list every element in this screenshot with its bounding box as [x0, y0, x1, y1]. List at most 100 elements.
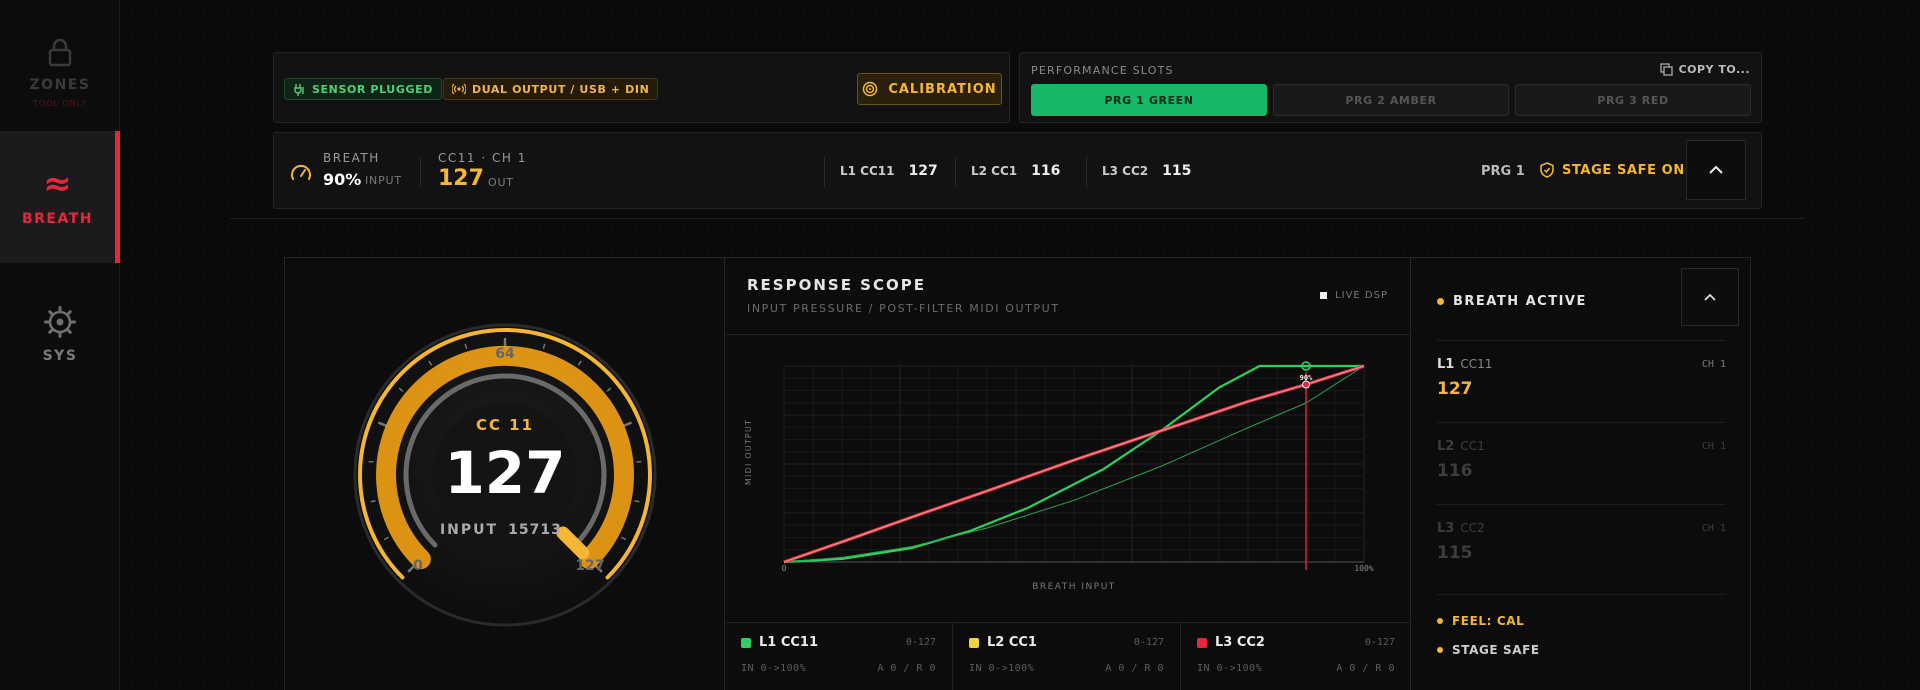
stage-safe-flag: STAGE SAFE [1437, 643, 1540, 657]
lane-color-swatch [969, 638, 979, 648]
feel-cal-text: FEEL: CAL [1452, 614, 1525, 628]
lane-name: L1 CC11 [759, 635, 819, 650]
breath-value: 90% [323, 170, 362, 189]
slot-prg-3-button[interactable]: PRG 3 RED [1515, 84, 1751, 116]
plug-icon [294, 83, 304, 96]
sidebar-item-label: ZONES [29, 76, 91, 93]
sidebar-item-sys[interactable]: SYS [0, 285, 120, 385]
cursor-marker-red [1302, 380, 1310, 389]
metric-bar: BREATH 90% INPUT CC11 · CH 1 127 OUT L1 … [273, 132, 1762, 209]
lane-id: L1 CC11 [1437, 357, 1493, 372]
live-square-icon [1320, 292, 1328, 299]
broadcast-icon [452, 83, 466, 95]
lane-status-panel: BREATH ACTIVE L1 CC11 CH 1 127 L2 CC1 CH 1… [1411, 258, 1752, 690]
cc-label: CC11 · CH 1 [438, 151, 527, 165]
slot-prg-1-button[interactable]: PRG 1 GREEN [1031, 84, 1267, 116]
scope-title: RESPONSE SCOPE [747, 276, 926, 294]
gauge-tick [370, 500, 376, 503]
lane-input-range: IN 0->100% [969, 663, 1035, 674]
cc-gauge: CC 11 127 INPUT 15713 0 64 127 [353, 323, 657, 627]
status-dot [1437, 618, 1443, 624]
gauge-cc-label: CC 11 [476, 416, 534, 434]
lane-input-range: IN 0->100% [1197, 663, 1263, 674]
lane-status-l2[interactable]: L2 CC1 CH 1 116 [1437, 422, 1726, 504]
scope-lane-legend: L1 CC11 0-127 IN 0->100% A 0 / R 0 L2 CC… [725, 622, 1411, 690]
slot-prg-2-button[interactable]: PRG 2 AMBER [1273, 84, 1509, 116]
output-status-text: DUAL OUTPUT / USB + DIN [472, 82, 650, 96]
lane-color-swatch [741, 638, 751, 648]
chevron-up-icon [1704, 293, 1716, 301]
response-scope: RESPONSE SCOPE INPUT PRESSURE / POST-FIL… [725, 258, 1411, 690]
lane-id: L3 CC2 [1437, 521, 1485, 536]
lane-attack-release: A 0 / R 0 [1336, 663, 1395, 674]
lane-status-l3[interactable]: L3 CC2 CH 1 115 [1437, 504, 1726, 586]
lane-range: 0-127 [905, 637, 936, 648]
x-max-label: 100% [1354, 564, 1373, 573]
gauge-tick [634, 500, 640, 503]
target-icon [863, 81, 878, 97]
lane-card-l3[interactable]: L3 CC2 0-127 IN 0->100% A 0 / R 0 [1181, 623, 1411, 690]
sensor-status-badge: SENSOR PLUGGED [284, 78, 442, 100]
y-axis-label: MIDI OUTPUT [744, 419, 753, 485]
breath-panel: CC 11 127 INPUT 15713 0 64 127 RESPONSE … [284, 257, 1751, 690]
breath-active-text: BREATH ACTIVE [1453, 294, 1587, 309]
divider [420, 157, 421, 187]
sidebar-item-label: BREATH [21, 211, 94, 227]
sidebar-item-sublabel: TOOL ONLY [32, 98, 88, 108]
performance-slots: PERFORMANCE SLOTS COPY TO... PRG 1 GREEN… [1019, 52, 1762, 123]
divider [1086, 157, 1087, 187]
gauge-section: CC 11 127 INPUT 15713 0 64 127 [285, 258, 725, 690]
lane-value: 127 [1437, 379, 1473, 399]
lane-value: 115 [1437, 543, 1473, 563]
copy-icon [1659, 63, 1673, 76]
lane-readout-l2: L2 CC1 116 [971, 163, 1060, 179]
sidebar: ZONES TOOL ONLY ≈ BREATH SYS [0, 0, 120, 690]
gauge-mid-label: 64 [495, 346, 515, 362]
live-dsp-indicator: LIVE DSP [1320, 290, 1388, 301]
divider [230, 218, 1805, 219]
stage-safe-text: STAGE SAFE ON [1562, 162, 1685, 178]
sensor-status-text: SENSOR PLUGGED [312, 82, 433, 96]
gauge-icon [291, 164, 311, 180]
gauge-max-label: 127 [575, 558, 604, 574]
lane-label: L3 CC2 [1102, 164, 1149, 178]
feel-cal-flag: FEEL: CAL [1437, 614, 1524, 628]
output-status-badge: DUAL OUTPUT / USB + DIN [443, 78, 659, 100]
sidebar-item-zones[interactable]: ZONES TOOL ONLY [0, 22, 120, 122]
lane-status-l1[interactable]: L1 CC11 CH 1 127 [1437, 340, 1726, 422]
gauge-input-label: INPUT [440, 522, 498, 538]
calibration-button[interactable]: CALIBRATION [857, 73, 1002, 105]
divider [955, 157, 956, 187]
lane-color-swatch [1197, 638, 1207, 648]
breath-label: BREATH [323, 151, 380, 165]
copy-to-button[interactable]: COPY TO... [1659, 63, 1750, 76]
status-dot [1437, 647, 1443, 653]
cc-unit: OUT [488, 176, 514, 189]
sidebar-item-breath[interactable]: ≈ BREATH [0, 131, 120, 263]
status-bar: SENSOR PLUGGED DUAL OUTPUT / USB + DIN C… [273, 52, 1010, 123]
lane-value: 116 [1031, 163, 1061, 179]
lane-range: 0-127 [1133, 637, 1164, 648]
collapse-header-button[interactable] [1686, 140, 1746, 200]
gear-icon [44, 306, 76, 338]
lane-channel: CH 1 [1701, 359, 1726, 370]
lane-value: 115 [1162, 163, 1192, 179]
scope-subtitle: INPUT PRESSURE / POST-FILTER MIDI OUTPUT [747, 302, 1060, 315]
collapse-panel-button[interactable] [1681, 268, 1739, 326]
gauge-input-value: 15713 [508, 522, 562, 538]
stage-safe-badge: STAGE SAFE ON [1540, 162, 1685, 178]
lane-name: L3 CC2 [1215, 635, 1265, 650]
slots-title: PERFORMANCE SLOTS [1031, 64, 1174, 77]
lane-channel: CH 1 [1701, 523, 1726, 534]
lane-card-l1[interactable]: L1 CC11 0-127 IN 0->100% A 0 / R 0 [725, 623, 953, 690]
scope-chart[interactable]: 90% 0 100% BREATH INPUT MIDI OUTPUT [725, 335, 1411, 622]
lane-readout-l1: L1 CC11 127 [840, 163, 938, 179]
calibration-label: CALIBRATION [888, 81, 997, 97]
lane-card-l2[interactable]: L2 CC1 0-127 IN 0->100% A 0 / R 0 [953, 623, 1181, 690]
lock-icon [48, 38, 72, 66]
live-dsp-label: LIVE DSP [1335, 290, 1388, 301]
cursor-label: 90% [1300, 374, 1313, 382]
lane-attack-release: A 0 / R 0 [1105, 663, 1164, 674]
program-label: PRG 1 [1481, 164, 1525, 179]
chevron-up-icon [1709, 165, 1723, 174]
